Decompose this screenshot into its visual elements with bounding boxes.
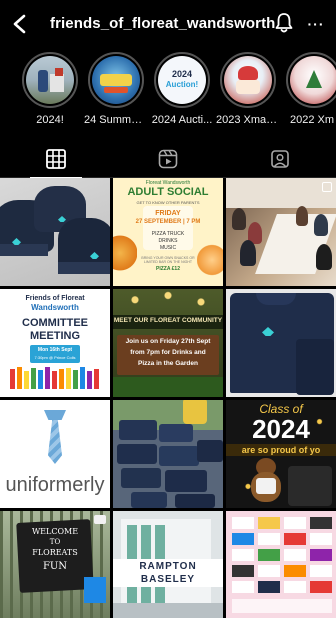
post-word: uniformerly xyxy=(5,474,105,496)
story-highlights: 2024! 24 Summer... 2024 Auction! 2024 Au… xyxy=(0,52,336,132)
post-line: FUN xyxy=(42,561,68,572)
post-line: 2024 xyxy=(252,414,310,444)
back-arrow-icon[interactable] xyxy=(10,13,30,35)
post-banner: MEET OUR FLOREAT COMMUNITY xyxy=(113,317,223,324)
highlight-item[interactable]: 2023 Xmas... xyxy=(216,52,280,126)
highlight-item[interactable]: 24 Summer... xyxy=(84,52,148,126)
profile-tabs xyxy=(0,140,336,179)
highlight-item[interactable]: 2024 Auction! 2024 Aucti... xyxy=(150,52,214,126)
post-brand: Friends of Floreat xyxy=(25,295,85,302)
highlight-cover xyxy=(26,56,74,104)
highlight-item[interactable]: 2024! xyxy=(18,52,82,126)
post-thumbnail[interactable]: MEET OUR FLOREAT COMMUNITY Join us on Fr… xyxy=(113,289,223,397)
post-thumbnail[interactable] xyxy=(113,400,223,508)
more-options-button[interactable]: ··· xyxy=(305,14,327,34)
post-thumbnail[interactable] xyxy=(226,511,336,618)
highlight-cover xyxy=(92,56,140,104)
post-line: from 7pm for Drinks and xyxy=(130,349,206,356)
grid-icon xyxy=(46,149,66,169)
highlight-label: 2023 Xmas... xyxy=(216,114,280,126)
auction-cover-year: 2024 xyxy=(171,69,193,79)
post-title: MEETING xyxy=(29,330,81,342)
post-line: WELCOME xyxy=(31,527,79,536)
highlight-label: 2024! xyxy=(36,114,64,126)
profile-username: friends_of_floreat_wandsworth xyxy=(50,15,276,32)
bell-icon[interactable] xyxy=(274,12,294,34)
post-thumbnail[interactable]: Friends of Floreat Wandsworth COMMITTEE … xyxy=(0,289,110,397)
tab-tagged[interactable] xyxy=(224,140,336,178)
highlight-cover xyxy=(290,56,336,104)
post-info: 7:30pm @ Prince Colls xyxy=(34,355,76,360)
tagged-icon xyxy=(271,150,289,168)
highlight-label: 24 Summer... xyxy=(84,114,148,126)
post-line: are so proud of yo xyxy=(241,445,321,455)
post-brand: Wandsworth xyxy=(31,303,79,312)
post-thumbnail[interactable]: Class of 2024 are so proud of yo xyxy=(226,400,336,508)
post-thumbnail[interactable] xyxy=(226,178,336,286)
post-info: Mon 16th Sept xyxy=(37,347,73,353)
post-line: BASELEY xyxy=(140,574,196,585)
highlight-item[interactable]: 2022 Xm xyxy=(282,52,336,126)
post-thumbnail[interactable]: WELCOME TO FLOREATS FUN xyxy=(0,511,110,618)
highlight-cover: 2024 Auction! xyxy=(158,56,206,104)
post-thumbnail[interactable]: RAMPTON BASELEY xyxy=(113,511,223,618)
reels-icon xyxy=(158,149,178,169)
auction-cover-text: Auction! xyxy=(165,80,199,89)
highlight-label: 2022 Xm xyxy=(290,114,335,126)
posts-grid: Floreat Wandsworth ADULT SOCIAL GET TO K… xyxy=(0,178,336,618)
highlight-label: 2024 Aucti... xyxy=(151,114,213,126)
tab-reels[interactable] xyxy=(112,140,224,178)
post-line: FLOREATS xyxy=(32,548,78,557)
post-title: ADULT SOCIAL xyxy=(127,186,209,198)
post-line: Pizza in the Garden xyxy=(138,360,198,367)
post-line: RAMPTON xyxy=(139,561,197,572)
profile-header: friends_of_floreat_wandsworth ··· xyxy=(0,0,336,48)
post-date: 27 SEPTEMBER | 7 PM xyxy=(135,219,201,225)
post-thumbnail[interactable]: Floreat Wandsworth ADULT SOCIAL GET TO K… xyxy=(113,178,223,286)
post-subtitle: GET TO KNOW OTHER PARENTS xyxy=(136,200,200,205)
post-line: TO xyxy=(49,538,61,546)
highlight-cover xyxy=(224,56,272,104)
post-thumbnail[interactable] xyxy=(226,289,336,397)
reel-indicator-icon xyxy=(94,515,106,524)
tab-grid[interactable] xyxy=(0,140,112,179)
post-thumbnail[interactable] xyxy=(0,178,110,286)
post-title: COMMITTEE xyxy=(22,317,88,329)
post-thumbnail[interactable]: uniformerly xyxy=(0,400,110,508)
post-day: FRIDAY xyxy=(155,210,181,217)
post-line: Join us on Friday 27th Sept xyxy=(125,338,211,345)
